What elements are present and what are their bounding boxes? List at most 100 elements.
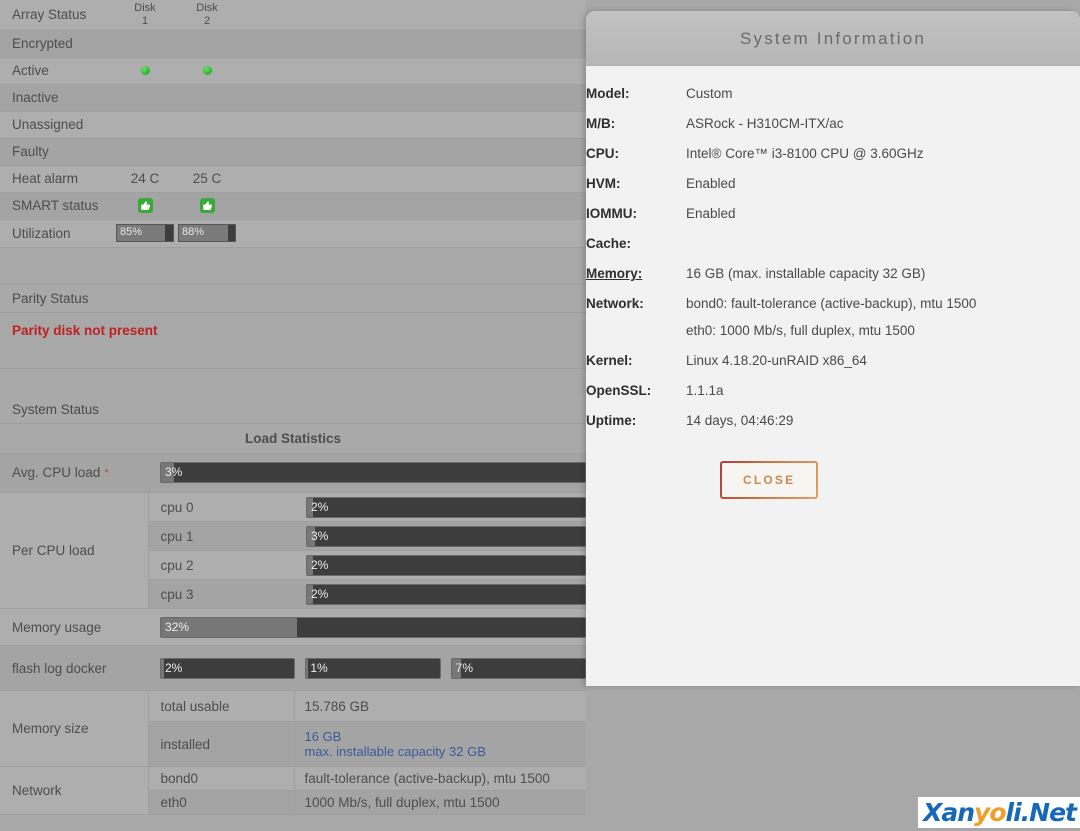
load-statistics-title: Load Statistics bbox=[0, 423, 586, 454]
info-key-memory[interactable]: Memory: bbox=[586, 266, 686, 296]
row-label-encrypted: Encrypted bbox=[0, 30, 114, 58]
info-key-network: Network: bbox=[586, 296, 644, 311]
info-row-model: Model: Custom bbox=[586, 86, 976, 116]
memory-size-label: Memory size bbox=[0, 690, 148, 767]
info-row-network: Network: bond0: fault-tolerance (active-… bbox=[586, 296, 976, 353]
table-row: Utilization 85% 88% bbox=[0, 219, 586, 248]
info-value-hvm: Enabled bbox=[686, 176, 736, 191]
parity-warning-message: Parity disk not present bbox=[12, 322, 158, 338]
network-bond0-value: fault-tolerance (active-backup), mtu 150… bbox=[293, 766, 586, 791]
required-asterisk: * bbox=[104, 466, 109, 481]
dashboard-pane: Array Status Disk 1 Disk 2 Encrypted Act… bbox=[0, 0, 586, 831]
active-filler bbox=[238, 57, 586, 85]
avg-cpu-load-label-text: Avg. CPU load bbox=[12, 465, 101, 481]
array-status-header-row: Array Status Disk 1 Disk 2 bbox=[0, 0, 586, 31]
cpu-2-bar: 2% bbox=[306, 554, 586, 576]
row-label-utilization: Utilization bbox=[0, 219, 114, 248]
info-value-cache bbox=[686, 236, 976, 266]
cpu-1-cell: 3% bbox=[294, 521, 586, 551]
smart-status-disk1[interactable] bbox=[114, 192, 176, 220]
utilization-bar-disk1: 85% bbox=[116, 224, 174, 242]
watermark-part1: Xan bbox=[923, 798, 975, 827]
flash-value: 2% bbox=[165, 660, 183, 675]
cpu-1-value: 3% bbox=[311, 528, 329, 543]
screen: Array Status Disk 1 Disk 2 Encrypted Act… bbox=[0, 0, 1080, 831]
inactive-disk2 bbox=[176, 84, 238, 112]
table-row: Network bond0 fault-tolerance (active-ba… bbox=[0, 766, 586, 815]
utilization-bar-value: 88% bbox=[182, 226, 205, 238]
disk-2-header-line1: Disk bbox=[196, 1, 218, 14]
network-bond0-name: bond0 bbox=[147, 766, 294, 791]
close-button[interactable]: CLOSE bbox=[720, 461, 818, 499]
active-disk1 bbox=[114, 57, 176, 85]
info-key-model: Model: bbox=[586, 86, 630, 101]
memory-usage-label: Memory usage bbox=[0, 608, 148, 646]
memory-installed-value: 16 GB bbox=[304, 729, 342, 744]
smart-status-disk2[interactable] bbox=[176, 192, 238, 220]
cpu-0-name: cpu 0 bbox=[147, 492, 294, 522]
table-row: Heat alarm 24 C 25 C bbox=[0, 165, 586, 193]
info-value-uptime: 14 days, 04:46:29 bbox=[686, 413, 794, 428]
utilization-disk2: 88% bbox=[176, 219, 238, 248]
load-statistics-table: Avg. CPU load * 3% Per CPU load cpu 0 2%… bbox=[0, 453, 586, 815]
info-row-memory: Memory: 16 GB (max. installable capacity… bbox=[586, 266, 976, 296]
table-row: Encrypted bbox=[0, 30, 586, 58]
bar-fill bbox=[306, 658, 308, 678]
array-status-title: Array Status bbox=[0, 0, 114, 31]
utilization-bar-value: 85% bbox=[120, 226, 143, 238]
memory-usage-cell: 32% bbox=[148, 608, 586, 646]
info-value-iommu: Enabled bbox=[686, 206, 736, 221]
info-value-network-cell: bond0: fault-tolerance (active-backup), … bbox=[686, 296, 976, 353]
disk-2-header-line2: 2 bbox=[203, 14, 211, 27]
watermark-part2: yo bbox=[974, 798, 1007, 827]
unassigned-disk1 bbox=[114, 111, 176, 139]
info-row-motherboard: M/B: ASRock - H310CM-ITX/ac bbox=[586, 116, 976, 146]
info-value-cpu: Intel® Core™ i3-8100 CPU @ 3.60GHz bbox=[686, 146, 924, 161]
memory-total-usable-value: 15.786 GB bbox=[293, 690, 586, 722]
smart-status-filler bbox=[238, 192, 586, 220]
cpu-2-value: 2% bbox=[311, 557, 329, 572]
info-row-uptime: Uptime: 14 days, 04:46:29 bbox=[586, 413, 976, 443]
row-label-unassigned: Unassigned bbox=[0, 111, 114, 139]
array-status-table: Array Status Disk 1 Disk 2 Encrypted Act… bbox=[0, 0, 586, 248]
faulty-disk2 bbox=[176, 138, 238, 166]
array-status-spacer bbox=[0, 247, 586, 285]
table-row: Memory usage 32% bbox=[0, 608, 586, 646]
cpu-0-value: 2% bbox=[311, 499, 329, 514]
table-row: Inactive bbox=[0, 84, 586, 112]
table-row: Per CPU load cpu 0 2% bbox=[0, 492, 586, 609]
table-row: Faulty bbox=[0, 138, 586, 166]
inactive-disk1 bbox=[114, 84, 176, 112]
info-key-motherboard: M/B: bbox=[586, 116, 616, 131]
disk-1-header-line2: 1 bbox=[141, 14, 149, 27]
memory-total-usable-name: total usable bbox=[147, 690, 294, 722]
info-value-memory: 16 GB (max. installable capacity 32 GB) bbox=[686, 266, 926, 281]
info-value-network-eth0: eth0: 1000 Mb/s, full duplex, mtu 1500 bbox=[686, 323, 915, 338]
row-label-active: Active bbox=[0, 57, 114, 85]
table-row: Unassigned bbox=[0, 111, 586, 139]
faulty-filler bbox=[238, 138, 586, 166]
cpu-3-value: 2% bbox=[311, 586, 329, 601]
system-status-title: System Status bbox=[0, 395, 586, 424]
encrypted-disk2 bbox=[176, 30, 238, 58]
disk-2-header: Disk 2 bbox=[176, 0, 238, 31]
watermark: Xanyoli.Net bbox=[918, 797, 1080, 828]
parity-status-spacer bbox=[0, 368, 586, 396]
cpu-1-bar: 3% bbox=[306, 525, 586, 547]
cpu-0-bar: 2% bbox=[306, 496, 586, 518]
per-cpu-load-label: Per CPU load bbox=[0, 492, 148, 609]
avg-cpu-load-value: 3% bbox=[165, 465, 183, 480]
cpu-3-cell: 2% bbox=[294, 579, 586, 609]
unassigned-disk2 bbox=[176, 111, 238, 139]
info-key-iommu: IOMMU: bbox=[586, 206, 637, 221]
table-row: flash log docker 2% 1% 7% bbox=[0, 645, 586, 691]
row-label-heat-alarm: Heat alarm bbox=[0, 165, 114, 193]
cpu-3-name: cpu 3 bbox=[147, 579, 294, 609]
docker-value: 7% bbox=[455, 660, 473, 675]
utilization-bar-disk2: 88% bbox=[178, 224, 236, 242]
info-value-model: Custom bbox=[686, 86, 733, 101]
avg-cpu-load-bar: 3% bbox=[160, 462, 586, 484]
cpu-1-name: cpu 1 bbox=[147, 521, 294, 551]
thumbs-up-icon bbox=[137, 198, 153, 214]
parity-status-title: Parity Status bbox=[0, 284, 586, 313]
